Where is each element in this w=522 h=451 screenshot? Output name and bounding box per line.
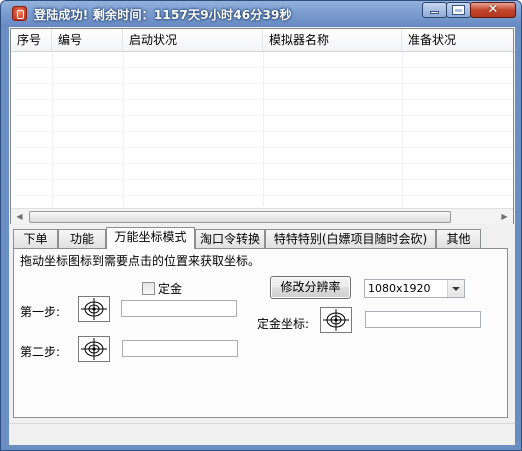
minimize-icon — [430, 11, 439, 14]
list-row — [11, 100, 513, 116]
resolution-selected-value: 1080x1920 — [368, 282, 431, 295]
step1-label: 第一步: — [20, 305, 61, 319]
tab-order[interactable]: 下单 — [13, 229, 58, 248]
list-row — [11, 180, 513, 196]
crosshair-target-icon — [323, 309, 349, 331]
list-row — [11, 164, 513, 180]
tab-taobao-code-convert[interactable]: 淘口令转换 — [195, 229, 265, 248]
column-header-launch-status[interactable]: 启动状况 — [123, 29, 263, 51]
change-resolution-button[interactable]: 修改分辨率 — [270, 276, 351, 299]
maximize-button[interactable] — [446, 2, 471, 18]
tab-other[interactable]: 其他 — [436, 229, 481, 248]
list-row — [11, 132, 513, 148]
minimize-button[interactable] — [422, 2, 447, 18]
column-header-ready-status[interactable]: 准备状况 — [402, 29, 513, 51]
crosshair-target-icon — [81, 338, 107, 360]
crosshair-target-icon — [81, 298, 107, 320]
step2-label: 第二步: — [20, 345, 61, 359]
list-row — [11, 52, 513, 68]
column-header-index[interactable]: 序号 — [11, 29, 52, 51]
horizontal-scrollbar[interactable]: ◀ ▶ — [11, 208, 513, 224]
column-divider — [263, 52, 264, 207]
column-header-emulator-name[interactable]: 模拟器名称 — [263, 29, 402, 51]
resolution-select[interactable]: 1080x1920 — [364, 279, 465, 298]
column-divider — [402, 52, 403, 207]
scroll-left-arrow-icon[interactable]: ◀ — [11, 209, 28, 224]
tab-universal-coordinate-mode[interactable]: 万能坐标模式 — [106, 227, 195, 249]
list-header: 序号 编号 启动状况 模拟器名称 准备状况 — [11, 29, 513, 52]
list-row — [11, 148, 513, 164]
column-header-id[interactable]: 编号 — [52, 29, 123, 51]
maximize-icon — [452, 5, 465, 15]
client-area: 序号 编号 启动状况 模拟器名称 准备状况 ◀ ▶ 下单 功能 万能坐标模式 淘… — [9, 27, 515, 445]
step2-coordinate-field[interactable] — [122, 340, 238, 357]
close-icon: ✕ — [487, 2, 499, 17]
close-button[interactable]: ✕ — [470, 2, 516, 18]
step2-crosshair-target[interactable] — [78, 336, 110, 362]
tab-functions[interactable]: 功能 — [58, 229, 106, 248]
app-logo-icon — [12, 6, 27, 21]
window-title: 登陆成功! 剩余时间：1157天9小时46分39秒 — [34, 8, 292, 22]
list-body[interactable] — [11, 52, 513, 207]
chevron-down-icon[interactable] — [447, 280, 464, 297]
step1-crosshair-target[interactable] — [78, 296, 110, 322]
scrollbar-thumb[interactable] — [29, 211, 451, 223]
column-divider — [123, 52, 124, 207]
list-row — [11, 68, 513, 84]
coordinate-mode-panel: 拖动坐标图标到需要点击的位置来获取坐标。 定金 第一步: 第二步: 修改分辨率 … — [13, 248, 508, 418]
fixed-gold-coordinate-label: 定金坐标: — [257, 317, 310, 331]
emulator-list[interactable]: 序号 编号 启动状况 模拟器名称 准备状况 ◀ ▶ — [10, 28, 514, 224]
instruction-text: 拖动坐标图标到需要点击的位置来获取坐标。 — [20, 254, 261, 268]
title-bar[interactable]: 登陆成功! 剩余时间：1157天9小时46分39秒 ✕ — [1, 1, 521, 27]
list-row — [11, 116, 513, 132]
step1-coordinate-field[interactable] — [121, 300, 237, 317]
list-row — [11, 84, 513, 100]
list-row — [11, 196, 513, 207]
tab-special[interactable]: 特特特别(白嫖项目随时会砍) — [265, 229, 436, 248]
fixed-gold-checkbox-label: 定金 — [158, 282, 183, 296]
fixed-gold-checkbox[interactable]: 定金 — [142, 280, 182, 297]
column-divider — [52, 52, 53, 207]
fixed-gold-crosshair-target[interactable] — [320, 307, 352, 333]
status-bar — [9, 423, 515, 445]
scroll-right-arrow-icon[interactable]: ▶ — [496, 209, 513, 224]
fixed-gold-coordinate-field[interactable] — [365, 311, 481, 328]
app-window: 登陆成功! 剩余时间：1157天9小时46分39秒 ✕ 序号 编号 启动状况 模… — [0, 0, 522, 451]
checkbox-box[interactable] — [142, 282, 155, 295]
